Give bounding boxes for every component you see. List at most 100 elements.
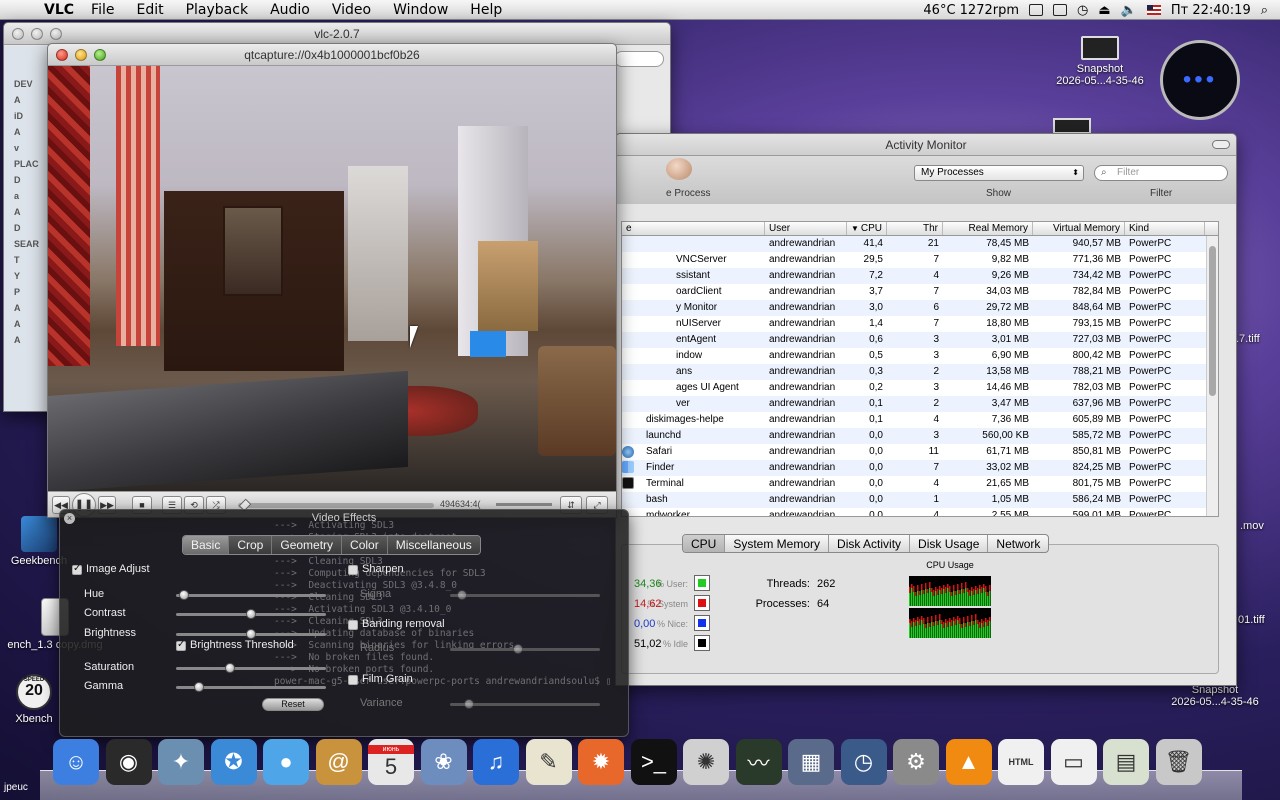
menu-audio[interactable]: Audio — [270, 2, 310, 18]
sidebar-item[interactable]: PLAC — [4, 156, 51, 172]
reset-button[interactable]: Reset — [262, 698, 324, 711]
fx-tab-misc[interactable]: Miscellaneous — [387, 536, 480, 554]
dock-dashboard-icon[interactable]: ◉ — [105, 739, 152, 785]
table-row[interactable]: indow andrewandrian 0,5 3 6,90 MB 800,42 MB Po… — [622, 348, 1218, 364]
tab-system-memory[interactable]: System Memory — [725, 535, 830, 552]
hue-knob[interactable] — [178, 590, 189, 600]
col-threads[interactable]: Thr — [887, 222, 943, 235]
sidebar-item[interactable]: P — [4, 284, 51, 300]
process-table-scrollbar[interactable] — [1206, 236, 1218, 516]
fx-close-icon[interactable]: × — [64, 513, 75, 524]
sidebar-item[interactable]: A — [4, 300, 51, 316]
image-adjust-checkbox[interactable] — [72, 563, 82, 575]
vnc-overlay-button[interactable]: ••• — [1160, 40, 1240, 120]
table-row[interactable]: andrewandrian 41,4 21 78,45 MB 940,57 MB Powe… — [622, 236, 1218, 252]
filter-search-input[interactable]: ⌕ Filter — [1094, 165, 1228, 181]
table-row[interactable]: ages UI Agent andrewandrian 0,2 3 14,46 MB 78… — [622, 380, 1218, 396]
video-frame[interactable] — [48, 66, 616, 492]
brightness-threshold-checkbox[interactable] — [176, 639, 186, 651]
contrast-knob[interactable] — [246, 609, 256, 619]
dock-ichat-icon[interactable]: ● — [263, 739, 309, 785]
sidebar-item[interactable]: A — [4, 332, 51, 348]
actmon-toolbar-toggle[interactable] — [1212, 140, 1230, 149]
vlc-titlebar[interactable]: qtcapture://0x4b1000001bcf0b26 — [48, 44, 616, 66]
sidebar-item[interactable]: a — [4, 188, 51, 204]
fx-tab-basic[interactable]: Basic — [183, 536, 230, 554]
dock-disk-doc-icon[interactable]: ▭ — [1050, 739, 1097, 785]
desktop-xbench[interactable]: SPEED 20 Xbench — [4, 674, 64, 725]
sidebar-item[interactable]: A — [4, 204, 51, 220]
dock-vlc-icon[interactable]: ▲ — [945, 739, 992, 785]
table-row[interactable]: entAgent andrewandrian 0,6 3 3,01 MB 727,03 M… — [622, 332, 1218, 348]
brightness-knob[interactable] — [246, 629, 256, 639]
tab-cpu[interactable]: CPU — [683, 535, 726, 552]
spotlight-icon[interactable]: ⌕ — [1261, 3, 1268, 18]
table-row[interactable]: mdworker andrewandrian 0,0 4 2,55 MB 599,01 M… — [622, 508, 1218, 516]
radius-knob[interactable] — [513, 644, 523, 654]
fx-tab-crop[interactable]: Crop — [229, 536, 273, 554]
idle-color-swatch[interactable] — [694, 635, 710, 651]
dock-finder-icon[interactable]: ☺ — [53, 739, 99, 785]
sidebar-item[interactable]: v — [4, 140, 51, 156]
dock-ical-icon[interactable]: июнь 5 — [368, 739, 414, 785]
vlc-minimize-button[interactable] — [75, 49, 87, 61]
saturation-knob[interactable] — [225, 663, 235, 673]
variance-knob[interactable] — [464, 699, 474, 709]
sidebar-item[interactable]: A — [4, 92, 51, 108]
col-cpu[interactable]: ▼ CPU — [847, 222, 887, 235]
table-row[interactable]: oardClient andrewandrian 3,7 7 34,03 MB 782,8… — [622, 284, 1218, 300]
tab-disk-usage[interactable]: Disk Usage — [910, 535, 989, 552]
sidebar-item[interactable]: D — [4, 172, 51, 188]
time-machine-icon[interactable]: ◷ — [1077, 3, 1088, 18]
dock-itunes-icon[interactable]: ♫ — [473, 739, 519, 785]
dock-activity-monitor-icon[interactable]: 〰 — [735, 739, 782, 785]
finder-close-button[interactable] — [12, 28, 24, 40]
actmon-titlebar[interactable]: Activity Monitor — [616, 134, 1236, 156]
vlc-close-button[interactable] — [56, 49, 68, 61]
gamma-slider[interactable] — [176, 682, 326, 692]
table-row[interactable]: diskimages-helpe andrewandrian 0,1 4 7,36 MB… — [622, 412, 1218, 428]
fx-tab-geometry[interactable]: Geometry — [272, 536, 343, 554]
col-real-memory[interactable]: Real Memory — [943, 222, 1033, 235]
table-row[interactable]: Safari andrewandrian 0,0 11 61,71 MB 850,81 M… — [622, 444, 1218, 460]
desktop-mov-label[interactable]: .mov — [1240, 520, 1264, 532]
sidebar-item[interactable]: iD — [4, 108, 51, 124]
menu-playback[interactable]: Playback — [186, 2, 248, 18]
sidebar-item[interactable]: SEAR — [4, 236, 51, 252]
dock-terminal-icon[interactable]: >_ — [630, 739, 677, 785]
table-row[interactable]: y Monitor andrewandrian 3,0 6 29,72 MB 848,64… — [622, 300, 1218, 316]
banding-checkbox[interactable] — [348, 620, 358, 630]
display-icon[interactable] — [1053, 4, 1068, 16]
volume-icon[interactable]: 🔈 — [1121, 3, 1137, 18]
sidebar-item[interactable]: A — [4, 124, 51, 140]
film-grain-checkbox[interactable] — [348, 675, 358, 685]
menu-clock[interactable]: Пт 22:40:19 — [1171, 3, 1251, 18]
desktop-snapshot-top[interactable]: Snapshot 2026-05...4-35-46 — [1040, 36, 1160, 87]
sidebar-item[interactable]: T — [4, 252, 51, 268]
menu-video[interactable]: Video — [332, 2, 371, 18]
dock-html-doc-icon[interactable]: HTML — [998, 739, 1044, 785]
table-row[interactable]: ssistant andrewandrian 7,2 4 9,26 MB 734,42 M… — [622, 268, 1218, 284]
dock-eagle-icon[interactable]: ✦ — [158, 739, 204, 785]
tab-network[interactable]: Network — [988, 535, 1048, 552]
menu-app-name[interactable]: VLC — [44, 2, 74, 18]
desktop-thumbnail-icon[interactable] — [1053, 118, 1091, 134]
table-row[interactable]: Finder andrewandrian 0,0 7 33,02 MB 824,25 MB… — [622, 460, 1218, 476]
sharpen-checkbox[interactable] — [348, 565, 358, 575]
dock-address-book-icon[interactable]: @ — [315, 739, 362, 785]
finder-minimize-button[interactable] — [31, 28, 43, 40]
sidebar-item[interactable]: Y — [4, 268, 51, 284]
col-virtual-memory[interactable]: Virtual Memory — [1033, 222, 1125, 235]
col-user[interactable]: User — [765, 222, 847, 235]
menu-file[interactable]: File — [91, 2, 114, 18]
radius-slider[interactable] — [450, 644, 600, 654]
menu-edit[interactable]: Edit — [136, 2, 163, 18]
vlc-zoom-button[interactable] — [94, 49, 106, 61]
saturation-slider[interactable] — [176, 663, 326, 673]
dock-iphoto-icon[interactable]: ❀ — [420, 739, 467, 785]
col-process-name[interactable]: e — [622, 222, 765, 235]
dock-trash-icon[interactable]: 🗑 — [1155, 739, 1202, 785]
system-color-swatch[interactable] — [694, 595, 710, 611]
dock-firefox-icon[interactable]: ✹ — [578, 739, 624, 785]
finder-zoom-button[interactable] — [50, 28, 62, 40]
